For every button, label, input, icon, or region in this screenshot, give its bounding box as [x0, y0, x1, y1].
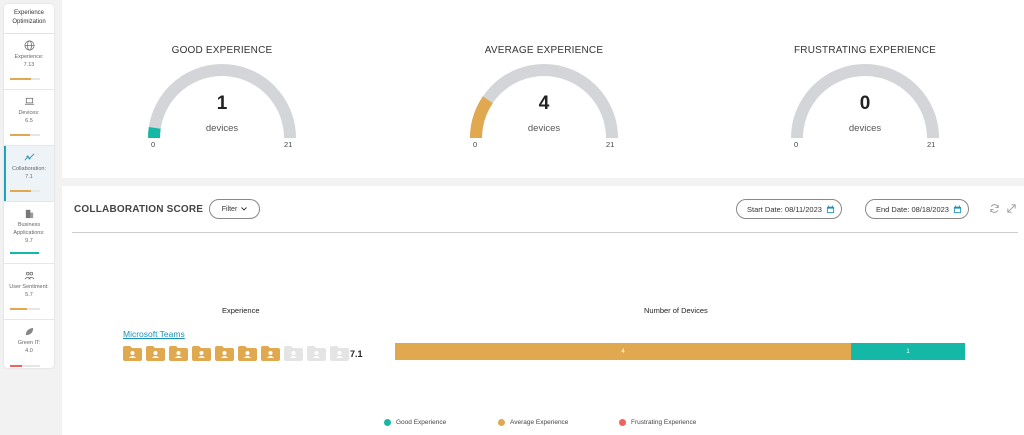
sidebar-item-label: Experience:: [14, 54, 44, 60]
end-date-picker[interactable]: End Date: 08/18/2023: [865, 199, 969, 219]
trend-line-icon: [24, 153, 34, 161]
gauge-unit: devices: [205, 123, 239, 134]
gauge-min: 0: [794, 140, 799, 149]
sidebar: Experience Optimization Experience: 7.13 …: [4, 4, 54, 368]
user-folder-icon: [123, 346, 142, 361]
user-folder-icon: [146, 346, 165, 361]
filter-label: Filter: [221, 205, 238, 213]
sidebar-item-label: Collaboration:: [12, 166, 46, 172]
gauge-title: GOOD EXPERIENCE: [171, 45, 273, 56]
score-bar: [10, 78, 40, 80]
user-folder-icon: [238, 346, 257, 361]
gauge-min: 0: [473, 140, 478, 149]
filter-button[interactable]: Filter: [209, 199, 260, 219]
leaf-icon: [25, 327, 33, 336]
sidebar-item-value: 7.1: [25, 174, 33, 180]
sidebar-item-label: Business Applications:: [13, 222, 45, 236]
user-folder-icon: [192, 346, 211, 361]
gauge-min: 0: [151, 140, 156, 149]
sidebar-item-business-applications[interactable]: Business Applications: 9.7: [4, 202, 54, 264]
building-icon: [25, 209, 33, 219]
gauge-average-experience: AVERAGE EXPERIENCE 4 devices 0 21: [444, 0, 644, 178]
app-link-microsoft-teams[interactable]: Microsoft Teams: [123, 329, 185, 339]
gauge-title: AVERAGE EXPERIENCE: [484, 45, 604, 56]
refresh-icon[interactable]: [989, 203, 1000, 214]
panel-title: COLLABORATION SCORE: [74, 204, 204, 215]
sidebar-item-value: 6.5: [25, 118, 33, 124]
sidebar-title: Experience Optimization: [4, 4, 54, 34]
sidebar-item-value: 4.0: [25, 348, 33, 354]
legend-dot: [384, 419, 391, 426]
calendar-icon: [826, 204, 835, 213]
sidebar-item-user-sentiment[interactable]: User Sentiment: 5.7: [4, 264, 54, 320]
legend-label: Good Experience: [396, 419, 447, 426]
experience-score: 7.1: [350, 349, 363, 359]
experience-gauges-panel: GOOD EXPERIENCE 1 devices 0 21 AVERAGE E…: [62, 0, 1024, 178]
sidebar-item-value: 7.13: [23, 62, 35, 68]
legend-dot: [619, 419, 626, 426]
bar-segment[interactable]: 4: [395, 343, 851, 360]
gauge-max: 21: [284, 140, 293, 149]
user-folder-icon: [330, 346, 349, 361]
user-folder-icon: [169, 346, 188, 361]
chevron-down-icon: [241, 207, 248, 211]
sidebar-item-value: 9.7: [25, 238, 33, 244]
start-date-label: Start Date: 08/11/2023: [747, 204, 822, 214]
sidebar-item-label: Green IT:: [17, 340, 41, 346]
legend-label: Average Experience: [510, 419, 569, 426]
gauge-frustrating-experience: FRUSTRATING EXPERIENCE 0 devices 0 21: [765, 0, 965, 178]
user-folder-icon: [284, 346, 303, 361]
divider: [72, 232, 1018, 233]
gauge-value: 4: [538, 93, 550, 114]
legend-frustrating-experience[interactable]: Frustrating Experience: [619, 419, 696, 426]
bar-segment[interactable]: 1: [851, 343, 965, 360]
sidebar-item-label: Devices:: [18, 110, 40, 116]
score-bar: [10, 252, 40, 254]
users-icon: [24, 271, 34, 280]
sidebar-item-label: User Sentiment:: [9, 284, 49, 290]
user-folder-icon: [261, 346, 280, 361]
globe-icon: [24, 40, 34, 51]
legend-label: Frustrating Experience: [631, 419, 697, 426]
user-folder-icon: [215, 346, 234, 361]
experience-column-header: Experience: [222, 306, 260, 315]
legend-good-experience[interactable]: Good Experience: [384, 419, 446, 426]
gauge-max: 21: [606, 140, 615, 149]
score-bar: [10, 365, 40, 367]
gauge-unit: devices: [527, 123, 561, 134]
start-date-picker[interactable]: Start Date: 08/11/2023: [736, 199, 842, 219]
sidebar-item-collaboration[interactable]: Collaboration: 7.1: [4, 146, 54, 202]
legend-dot: [498, 419, 505, 426]
score-bar: [10, 308, 40, 310]
end-date-label: End Date: 08/18/2023: [876, 204, 949, 214]
score-bar: [10, 134, 40, 136]
gauge-max: 21: [927, 140, 936, 149]
gauge-value: 1: [216, 93, 228, 114]
gauge-title: FRUSTRATING EXPERIENCE: [793, 45, 936, 56]
gauge-value: 0: [859, 93, 871, 114]
experience-rating-icons: [123, 346, 349, 361]
legend-average-experience[interactable]: Average Experience: [498, 419, 568, 426]
sidebar-item-devices[interactable]: Devices: 6.5: [4, 90, 54, 146]
devices-column-header: Number of Devices: [644, 306, 708, 315]
laptop-icon: [24, 97, 34, 105]
gauge-good-experience: GOOD EXPERIENCE 1 devices 0 21: [122, 0, 322, 178]
score-bar: [10, 190, 40, 192]
sidebar-item-green-it[interactable]: Green IT: 4.0: [4, 320, 54, 376]
user-folder-icon: [307, 346, 326, 361]
sidebar-item-value: 5.7: [25, 292, 33, 298]
calendar-icon: [953, 204, 962, 213]
gauge-unit: devices: [848, 123, 882, 134]
collaboration-score-panel: COLLABORATION SCORE Filter Start Date: 0…: [62, 186, 1024, 435]
sidebar-item-experience[interactable]: Experience: 7.13: [4, 34, 54, 90]
expand-icon[interactable]: [1006, 203, 1017, 214]
